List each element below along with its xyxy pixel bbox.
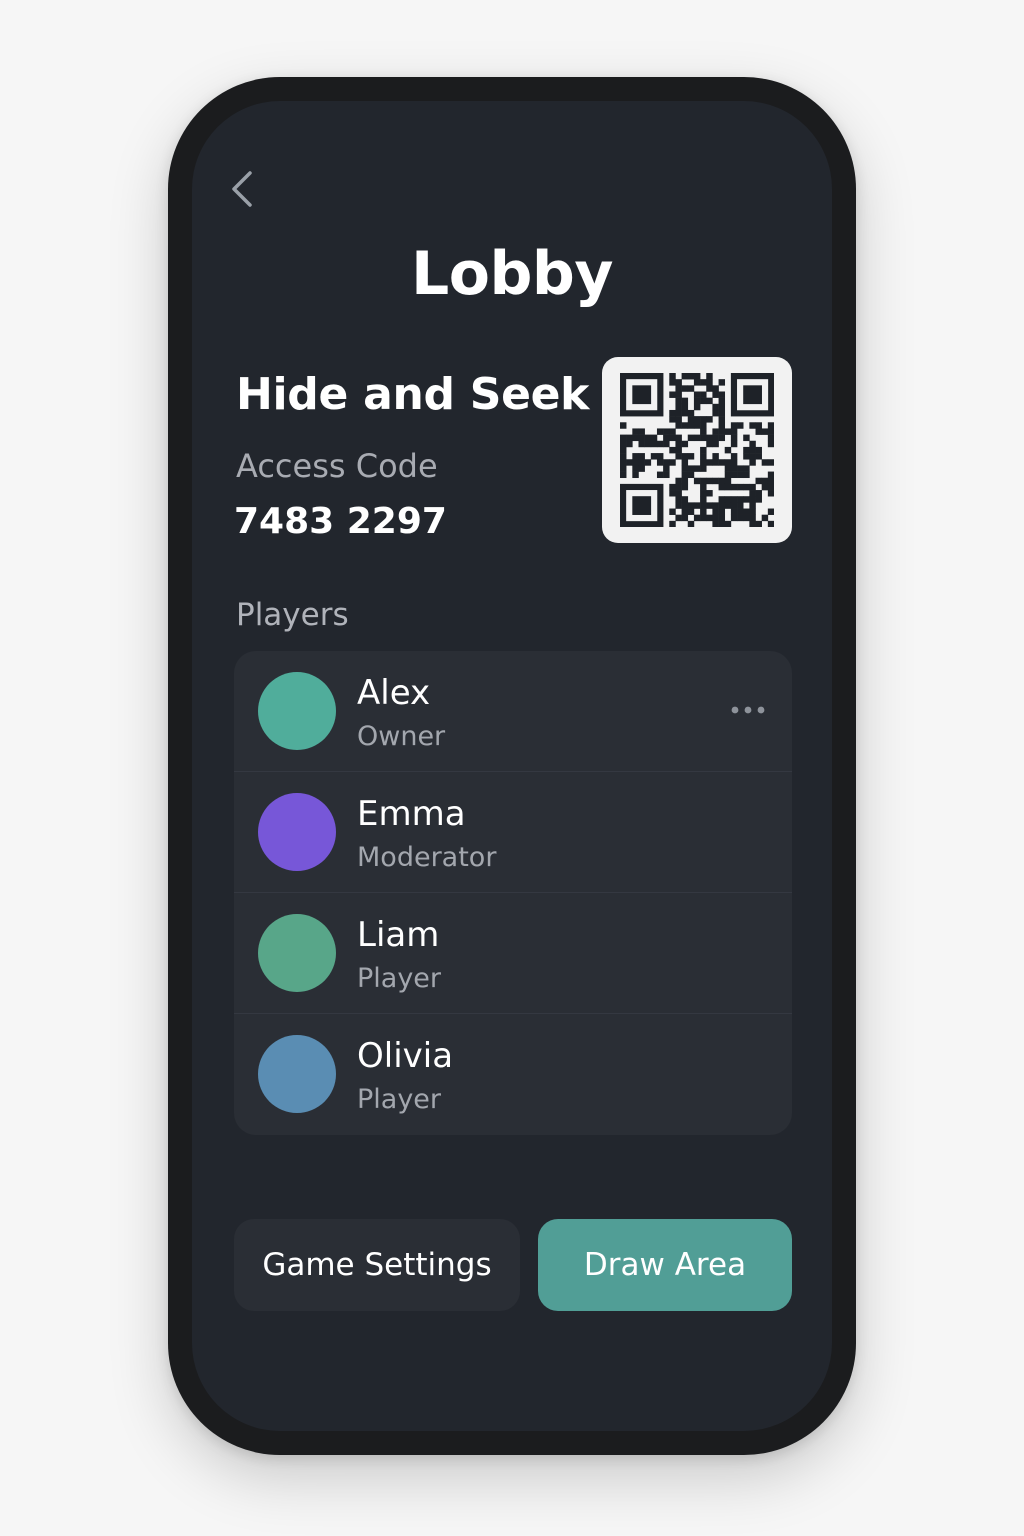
- player-row-alex[interactable]: Alex Owner: [234, 651, 792, 772]
- avatar: [258, 672, 336, 750]
- lobby-screen: Lobby Hide and Seek Access Code 7483 229…: [192, 101, 832, 1431]
- more-horizontal-icon: [731, 706, 765, 714]
- qr-code-card[interactable]: [602, 357, 792, 543]
- draw-area-button[interactable]: Draw Area: [538, 1219, 792, 1311]
- player-row-emma[interactable]: Emma Moderator: [234, 772, 792, 893]
- players-section-label: Players: [236, 597, 349, 633]
- player-role: Owner: [357, 721, 446, 752]
- player-name: Olivia: [357, 1036, 454, 1076]
- game-name: Hide and Seek: [236, 369, 590, 420]
- player-role: Player: [357, 1084, 442, 1115]
- player-role: Moderator: [357, 842, 497, 873]
- player-name: Liam: [357, 915, 440, 955]
- game-settings-button[interactable]: Game Settings: [234, 1219, 520, 1311]
- avatar: [258, 914, 336, 992]
- player-row-olivia[interactable]: Olivia Player: [234, 1014, 792, 1135]
- avatar: [258, 793, 336, 871]
- qr-code-icon: [620, 373, 774, 527]
- avatar: [258, 1035, 336, 1113]
- phone-frame: Lobby Hide and Seek Access Code 7483 229…: [168, 77, 856, 1455]
- players-list: Alex Owner Emma Moderator Liam Player Ol…: [234, 651, 792, 1135]
- player-menu-button[interactable]: [728, 695, 768, 725]
- chevron-left-icon: [232, 171, 252, 207]
- player-role: Player: [357, 963, 442, 994]
- back-button[interactable]: [220, 165, 264, 213]
- access-code-value[interactable]: 7483 2297: [234, 501, 447, 542]
- access-code-label: Access Code: [236, 447, 438, 485]
- player-row-liam[interactable]: Liam Player: [234, 893, 792, 1014]
- player-name: Alex: [357, 673, 431, 713]
- page-title: Lobby: [411, 239, 613, 309]
- player-name: Emma: [357, 794, 466, 834]
